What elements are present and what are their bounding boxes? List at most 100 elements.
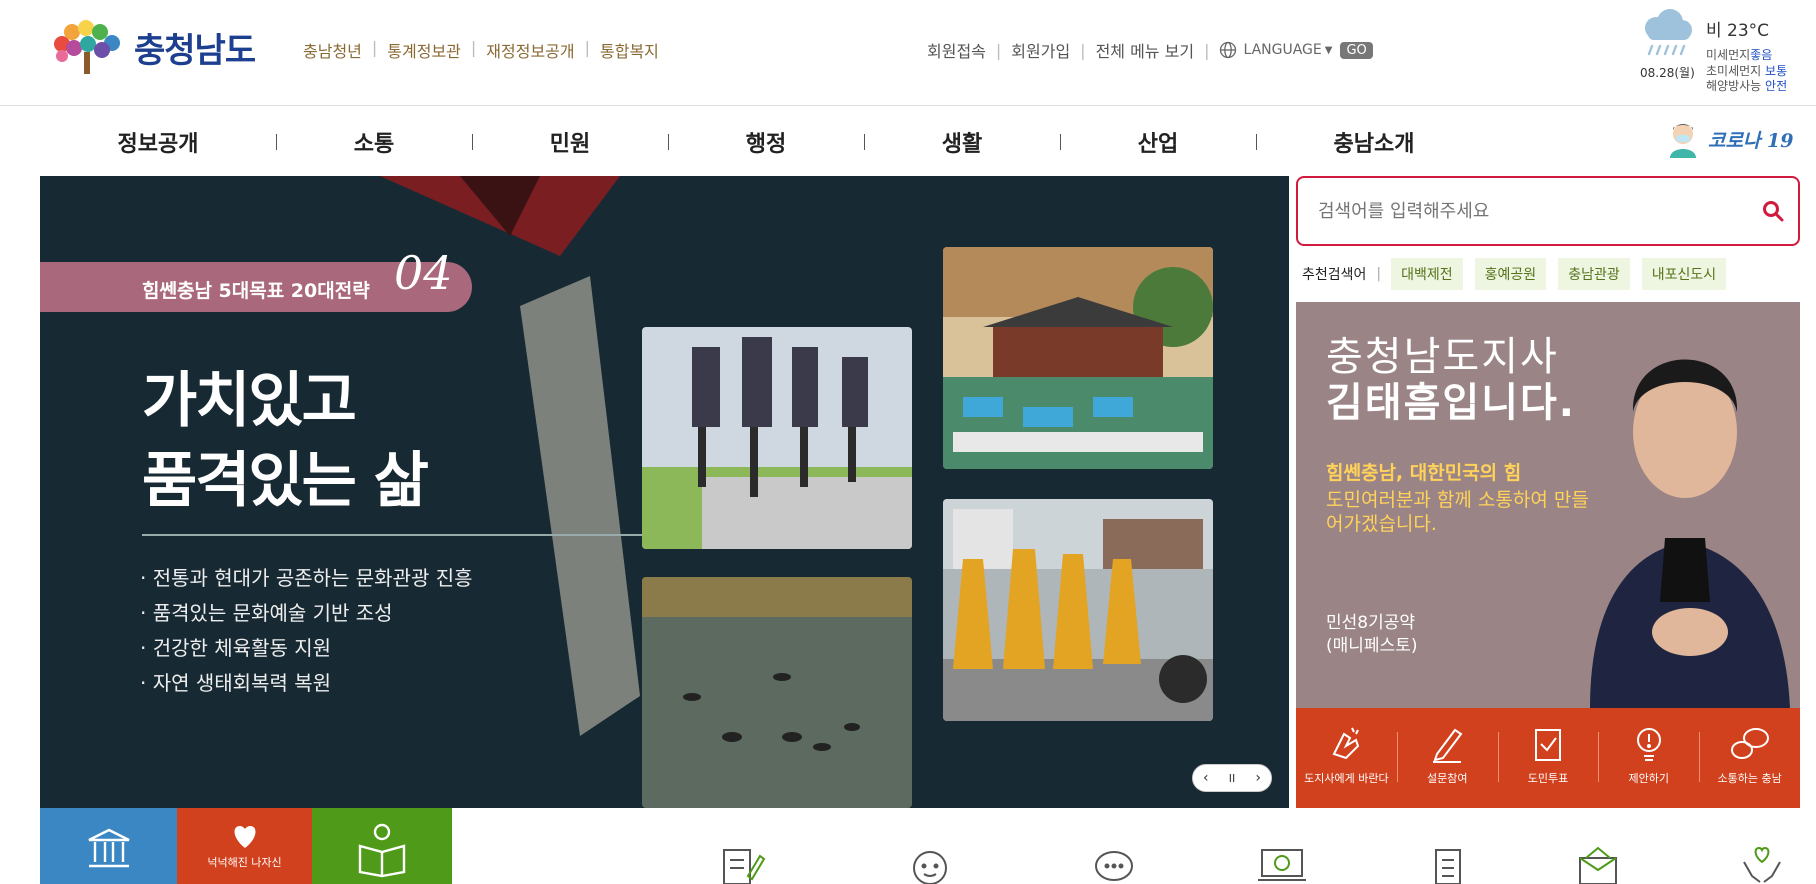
banner-bullet: · 품격있는 문화예술 기반 조성 (140, 601, 393, 625)
governor-pledge-link[interactable]: 민선8기공약 (매니페스토) (1326, 612, 1417, 658)
quick-links: 충남청년 | 통계정보관 | 재정정보공개 | 통합복지 (303, 38, 659, 62)
service-suggestion[interactable]: 제안하기 (1598, 708, 1699, 808)
fine-dust-value: 보통 (1765, 64, 1788, 78)
link-statistics[interactable]: 통계정보관 (387, 38, 461, 62)
keyword-chip[interactable]: 홍예공원 (1474, 258, 1547, 290)
service-bar: 도지사에게 바란다 설문참여 도민투표 제안하기 소통하는 충남 (1296, 708, 1800, 808)
document-icon[interactable] (1428, 846, 1468, 884)
lightbulb-icon (1636, 728, 1661, 761)
dust-label: 미세먼지 (1706, 48, 1751, 62)
language-label: LANGUAGE (1243, 42, 1322, 58)
link-finance[interactable]: 재정정보공개 (486, 38, 574, 62)
service-label: 소통하는 충남 (1717, 772, 1782, 785)
corona-label: 코로나 19 (1708, 129, 1794, 152)
recommended-keywords: 추천검색어 | 대백제전 홍예공원 충남관광 내포신도시 (1302, 258, 1738, 290)
nav-separator (276, 134, 277, 150)
heart-balloon-icon (234, 826, 255, 848)
laptop-icon[interactable] (1256, 846, 1312, 884)
governor-panel[interactable]: 충청남도지사 김태흠입니다. 힘쎈충남, 대한민국의 힘 도민여러분과 함께 소… (1296, 302, 1800, 708)
reading-person-icon (358, 823, 406, 878)
governor-slogan: 힘쎈충남, 대한민국의 힘 (1326, 462, 1522, 484)
pencil-icon (1433, 728, 1463, 763)
service-label: 제안하기 (1628, 772, 1670, 785)
banner-headline-1: 가치있고 (142, 366, 357, 436)
tile-government[interactable] (40, 808, 177, 884)
photo-festival (943, 247, 1213, 469)
sitemap-link[interactable]: 전체 메뉴 보기 (1096, 38, 1195, 62)
fine-dust-label: 초미세먼지 (1706, 64, 1762, 78)
keyword-chip[interactable]: 대백제전 (1391, 258, 1463, 290)
nav-item-communication[interactable]: 소통 (354, 126, 394, 158)
chat-bubbles-icon (1730, 728, 1769, 759)
nav-item-industry[interactable]: 산업 (1138, 126, 1178, 158)
chevron-right-icon[interactable]: › (1255, 770, 1261, 786)
governor-title-2: 김태흠입니다. (1326, 380, 1576, 426)
language-select[interactable]: LANGUAGE ▼ (1219, 41, 1332, 59)
clapping-hands-icon (1332, 727, 1360, 760)
site-logo[interactable]: 충청남도 (50, 18, 256, 76)
document-edit-icon[interactable] (718, 846, 766, 884)
nav-separator (864, 134, 865, 150)
weather-widget: 비 23°C 08.28(월) 미세먼지좋음 초미세먼지 보통 해양방사능 안전 (1636, 8, 1816, 98)
radiation-label: 해양방사능 (1706, 79, 1762, 93)
nav-item-about[interactable]: 충남소개 (1334, 126, 1415, 158)
banner-tag-number: 04 (394, 246, 453, 300)
chevron-down-icon: ▼ (1324, 44, 1333, 56)
building-icon (87, 828, 130, 868)
service-wish-governor[interactable]: 도지사에게 바란다 (1296, 708, 1397, 808)
keyword-chip[interactable]: 내포신도시 (1641, 258, 1727, 290)
nav-item-life[interactable]: 생활 (942, 126, 982, 158)
separator: | (995, 40, 1002, 60)
recommend-label: 추천검색어 (1302, 267, 1367, 283)
separator: | (371, 38, 378, 57)
nav-separator (668, 134, 669, 150)
corona-link[interactable]: 코로나 19 (1664, 116, 1794, 162)
banner-flag-decoration (520, 276, 640, 736)
checklist-icon (1534, 729, 1561, 761)
pause-icon[interactable]: II (1229, 772, 1236, 785)
photo-parade (943, 499, 1213, 721)
utility-links: 회원접속 | 회원가입 | 전체 메뉴 보기 | LANGUAGE ▼ GO (927, 38, 1373, 62)
signup-link[interactable]: 회원가입 (1011, 38, 1070, 62)
mail-icon[interactable] (1576, 846, 1620, 884)
service-label: 설문참여 (1426, 772, 1468, 785)
nav-item-civil[interactable]: 민원 (550, 126, 590, 158)
main-nav: 정보공개 소통 민원 행정 생활 산업 충남소개 (0, 106, 1816, 176)
main-banner[interactable]: 힘쎈충남 5대목표 20대전략 04 가치있고 품격있는 삶 · 전통과 현대가… (40, 176, 1289, 808)
globe-icon (1220, 41, 1237, 59)
tile-reading[interactable] (312, 808, 452, 884)
search-box (1296, 176, 1800, 246)
separator: | (584, 38, 590, 57)
nav-separator (472, 134, 473, 150)
link-welfare[interactable]: 통합복지 (600, 38, 659, 62)
keyword-chip[interactable]: 충남관광 (1558, 258, 1630, 290)
logo-text: 충청남도 (134, 30, 256, 71)
nav-item-admin[interactable]: 행정 (746, 126, 786, 158)
governor-portrait (1590, 359, 1790, 708)
search-input[interactable] (1318, 196, 1738, 226)
tile-self[interactable]: 넉넉해진 나자신 (177, 808, 312, 884)
go-button[interactable]: GO (1340, 41, 1373, 59)
pledge-label-2: (매니페스토) (1326, 636, 1418, 656)
hands-heart-icon[interactable] (1740, 846, 1784, 884)
weather-line-radiation: 해양방사능 안전 (1706, 77, 1787, 94)
banner-bullet: · 건강한 체육활동 지원 (140, 636, 332, 660)
chevron-left-icon[interactable]: ‹ (1203, 770, 1209, 786)
login-link[interactable]: 회원접속 (927, 38, 986, 62)
search-icon[interactable] (1762, 200, 1784, 222)
nav-item-info[interactable]: 정보공개 (118, 126, 199, 158)
service-survey[interactable]: 설문참여 (1396, 708, 1498, 808)
link-youth[interactable]: 충남청년 (303, 38, 362, 62)
banner-controls: ‹ II › (1192, 764, 1272, 792)
service-label: 도민투표 (1527, 772, 1569, 785)
nav-separator (1256, 134, 1257, 150)
service-vote[interactable]: 도민투표 (1497, 708, 1599, 808)
rain-cloud-icon (1645, 9, 1692, 56)
chat-bubble-icon[interactable] (1092, 846, 1136, 884)
banner-headline-2: 품격있는 삶 (142, 446, 429, 516)
person-face-icon[interactable] (908, 846, 952, 884)
photo-marathon (642, 327, 912, 549)
dust-value: 좋음 (1750, 48, 1773, 62)
banner-bullet: · 자연 생태회복력 복원 (140, 671, 332, 695)
service-communication[interactable]: 소통하는 충남 (1699, 708, 1800, 808)
